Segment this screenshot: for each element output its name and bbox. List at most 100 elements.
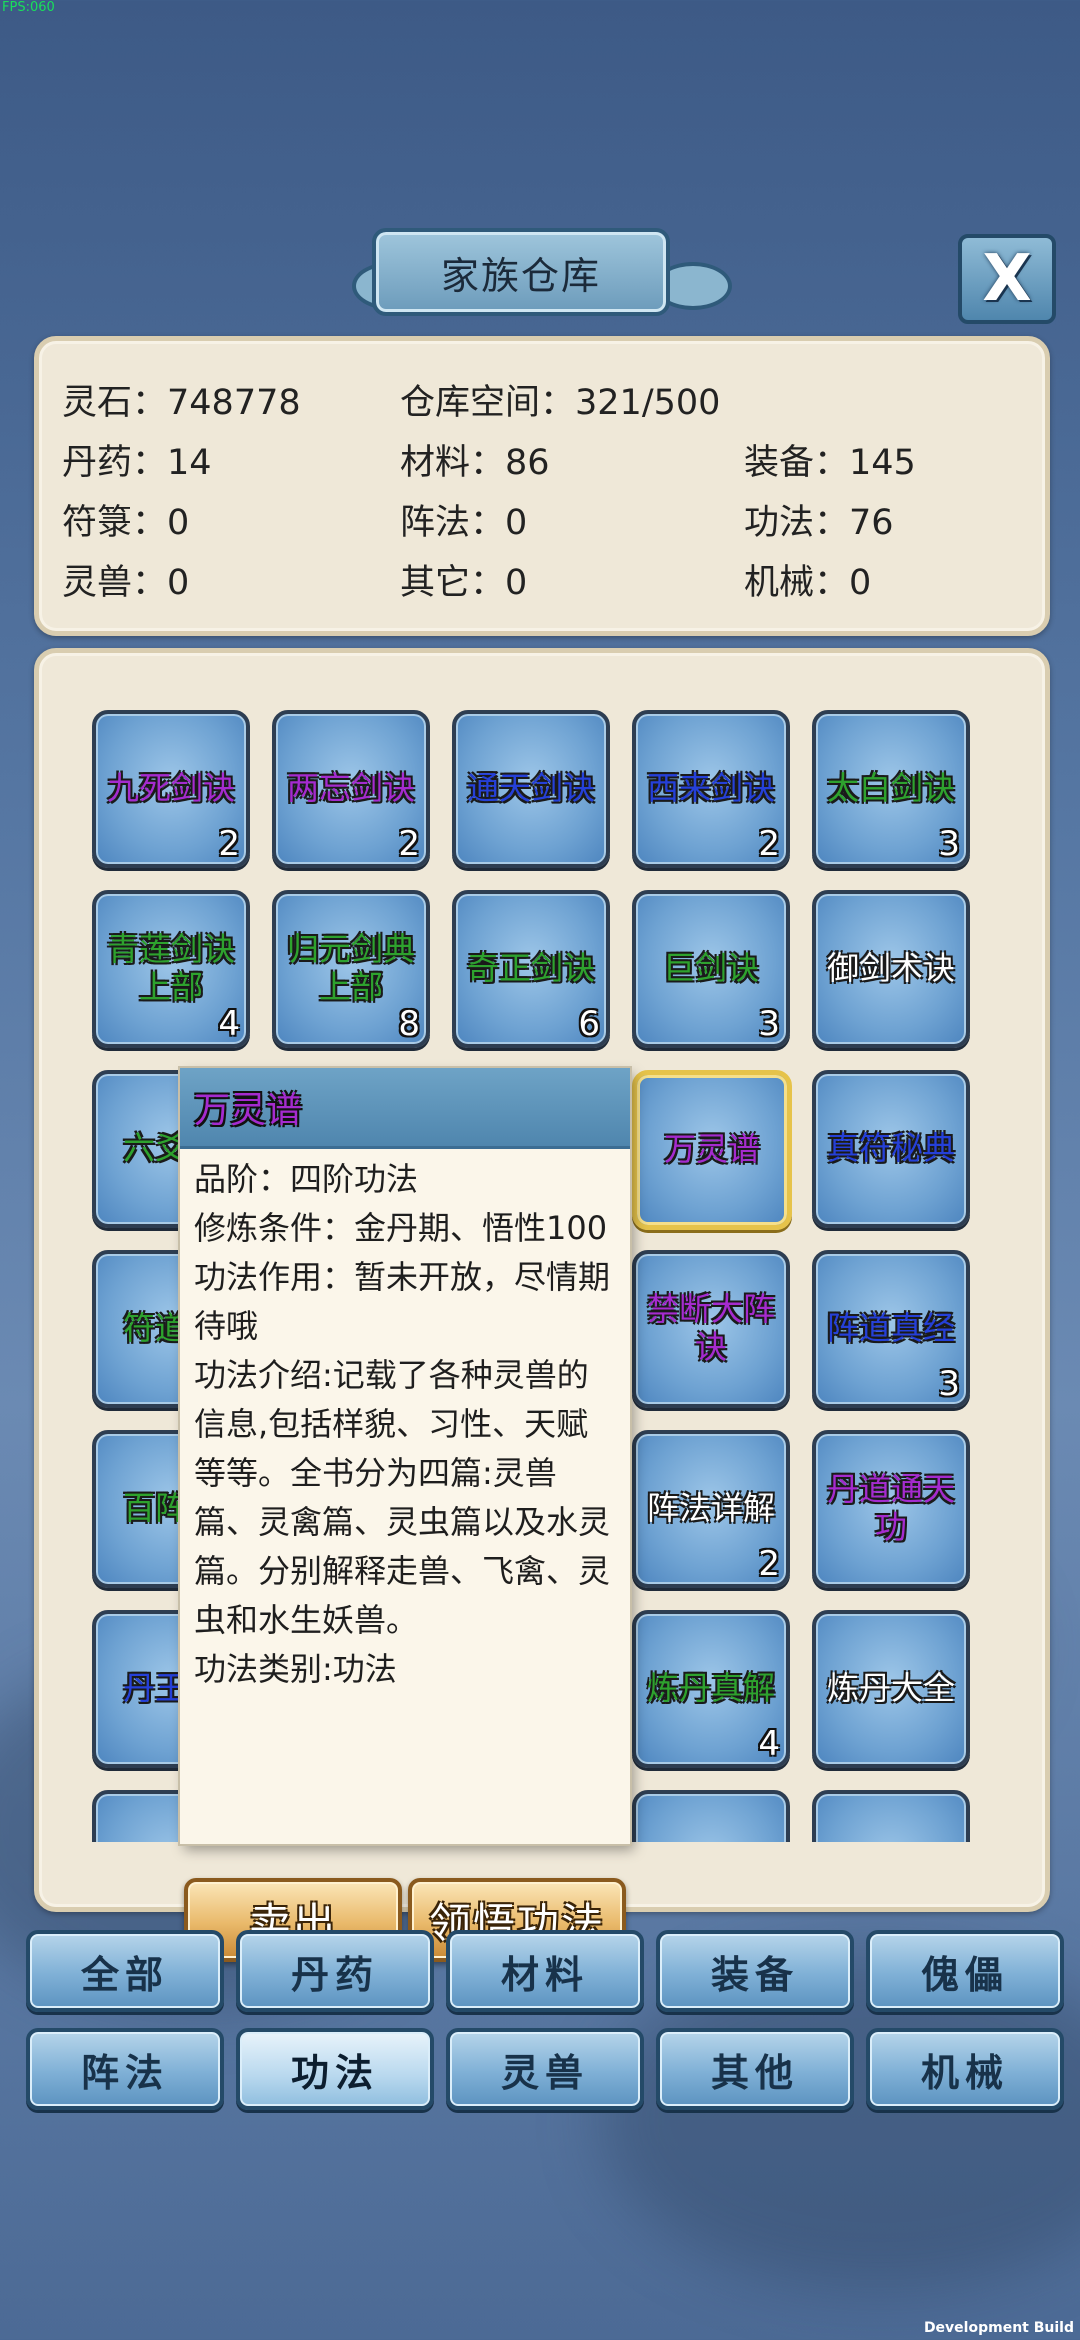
stat-label: 材料：: [400, 443, 506, 483]
tab-5[interactable]: 阵法: [26, 2028, 224, 2110]
close-button[interactable]: X: [958, 234, 1056, 324]
tooltip-line: 修炼条件：金丹期、悟性100: [194, 1209, 608, 1247]
item-count: 3: [938, 824, 960, 864]
item-slot[interactable]: 阵法详解 2: [632, 1430, 790, 1588]
item-slot[interactable]: 巨剑诀 3: [632, 890, 790, 1048]
item-slot[interactable]: 太白剑诀 3: [812, 710, 970, 868]
fps-counter: FPS:060: [2, 0, 55, 15]
item-name: [636, 1794, 786, 1842]
stat-value: 14: [167, 443, 212, 483]
stat-item: 丹药：14: [62, 434, 212, 485]
stat-label: 阵法：: [400, 503, 506, 543]
stat-label: 其它：: [400, 563, 506, 603]
tooltip-line: 功法作用：暂未开放，尽情期待哦: [194, 1258, 611, 1345]
stat-item: 符箓：0: [62, 494, 189, 545]
stat-value: 748778: [167, 383, 301, 423]
title-plaque: 家族仓库: [372, 228, 670, 316]
stat-label: 丹药：: [62, 443, 168, 483]
tab-7[interactable]: 灵兽: [446, 2028, 644, 2110]
item-count: 2: [758, 1544, 780, 1584]
item-slot[interactable]: 西来剑诀 2: [632, 710, 790, 868]
item-slot[interactable]: 炼丹真解 4: [632, 1610, 790, 1768]
stat-value: 321/500: [575, 383, 721, 423]
item-slot-selected[interactable]: 万灵谱: [632, 1070, 792, 1230]
tab-8[interactable]: 其他: [656, 2028, 854, 2110]
tooltip-line: 功法介绍:记载了各种灵兽的信息,包括样貌、习性、天赋等等。全书分为四篇:灵兽篇、…: [194, 1356, 611, 1639]
stat-label: 机械：: [744, 563, 850, 603]
item-slot[interactable]: 混元百毒: [812, 1790, 970, 1842]
tab-label: 傀儡: [920, 1952, 1009, 1997]
item-name: 混元百毒: [816, 1794, 966, 1842]
stat-value: 76: [849, 503, 894, 543]
item-slot[interactable]: 归元剑典上部 8: [272, 890, 430, 1048]
stat-item: 材料：86: [400, 434, 550, 485]
stat-value: 86: [505, 443, 550, 483]
tooltip-header: 万灵谱: [180, 1068, 630, 1149]
tab-label: 功法: [290, 2050, 379, 2095]
tab-label: 丹药: [290, 1952, 379, 1997]
stat-value: 145: [849, 443, 916, 483]
stat-item: 其它：0: [400, 554, 527, 605]
stat-label: 功法：: [744, 503, 850, 543]
item-slot[interactable]: 青莲剑诀上部 4: [92, 890, 250, 1048]
tab-label: 阵法: [80, 2050, 169, 2095]
item-slot[interactable]: 通天剑诀: [452, 710, 610, 868]
item-tooltip: 万灵谱 品阶：四阶功法修炼条件：金丹期、悟性100 功法作用：暂未开放，尽情期待哦…: [180, 1068, 630, 1844]
stat-item: 装备：145: [744, 434, 916, 485]
item-slot[interactable]: 丹道通天功: [812, 1430, 970, 1588]
stat-item: 机械：0: [744, 554, 871, 605]
stat-item: 灵石：748778: [62, 374, 301, 425]
item-name: 丹道通天功: [826, 1470, 955, 1546]
tab-label: 其他: [710, 2050, 799, 2095]
tab-label: 灵兽: [500, 2050, 589, 2095]
item-name: 御剑术诀: [826, 949, 955, 988]
item-slot[interactable]: 禁断大阵诀: [632, 1250, 790, 1408]
tab-6[interactable]: 功法: [236, 2028, 434, 2110]
stat-value: 0: [505, 563, 528, 603]
tab-9[interactable]: 机械: [866, 2028, 1064, 2110]
item-slot[interactable]: 阵道真经 3: [812, 1250, 970, 1408]
item-name: 通天剑诀: [466, 769, 595, 808]
stat-item: 功法：76: [744, 494, 894, 545]
close-icon: X: [982, 242, 1032, 316]
tooltip-body: 品阶：四阶功法修炼条件：金丹期、悟性100 功法作用：暂未开放，尽情期待哦功法介绍…: [180, 1149, 630, 1694]
tab-4[interactable]: 傀儡: [866, 1930, 1064, 2012]
tab-1[interactable]: 丹药: [236, 1930, 434, 2012]
item-slot[interactable]: 九死剑诀 2: [92, 710, 250, 868]
item-slot[interactable]: 两忘剑诀 2: [272, 710, 430, 868]
tab-2[interactable]: 材料: [446, 1930, 644, 2012]
item-name: 炼丹大全: [826, 1669, 955, 1708]
stat-label: 灵兽：: [62, 563, 168, 603]
item-name: 真符秘典: [826, 1129, 955, 1168]
tab-label: 全部: [80, 1952, 169, 1997]
item-count: 3: [938, 1364, 960, 1404]
item-count: 6: [578, 1004, 600, 1044]
stat-label: 装备：: [744, 443, 850, 483]
page-title: 家族仓库: [440, 253, 601, 298]
item-slot[interactable]: 奇正剑诀 6: [452, 890, 610, 1048]
stat-item: 阵法：0: [400, 494, 527, 545]
item-count: 4: [758, 1724, 780, 1764]
item-count: 2: [758, 824, 780, 864]
stat-label: 符箓：: [62, 503, 168, 543]
item-slot[interactable]: [632, 1790, 790, 1842]
stat-value: 0: [167, 503, 190, 543]
tooltip-title: 万灵谱: [194, 1090, 303, 1131]
stat-label: 仓库空间：: [400, 383, 576, 423]
item-count: 4: [218, 1004, 240, 1044]
item-name: 禁断大阵诀: [646, 1290, 775, 1366]
item-count: 2: [398, 824, 420, 864]
stat-label: 灵石：: [62, 383, 168, 423]
development-build-label: Development Build: [923, 2320, 1074, 2336]
tab-0[interactable]: 全部: [26, 1930, 224, 2012]
item-count: 8: [398, 1004, 420, 1044]
item-count: 2: [218, 824, 240, 864]
tab-3[interactable]: 装备: [656, 1930, 854, 2012]
item-name: 万灵谱: [663, 1130, 760, 1169]
item-slot[interactable]: 御剑术诀: [812, 890, 970, 1048]
tab-label: 机械: [920, 2050, 1009, 2095]
stat-value: 0: [505, 503, 528, 543]
item-slot[interactable]: 炼丹大全: [812, 1610, 970, 1768]
tooltip-line: 品阶：四阶功法: [194, 1160, 419, 1198]
item-slot[interactable]: 真符秘典: [812, 1070, 970, 1228]
